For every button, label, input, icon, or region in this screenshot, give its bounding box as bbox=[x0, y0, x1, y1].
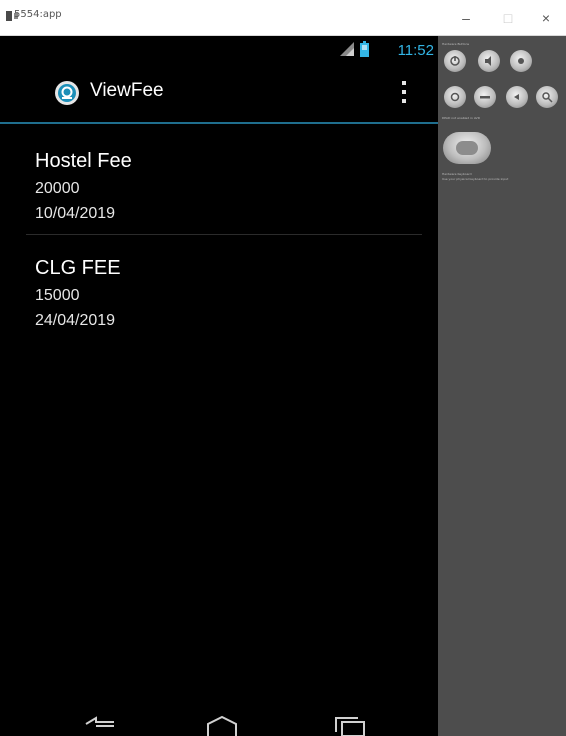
back-hw-button[interactable] bbox=[506, 86, 528, 108]
menu-hw-button[interactable] bbox=[474, 86, 496, 108]
action-bar: ViewFee bbox=[0, 64, 438, 124]
minimize-button[interactable]: – bbox=[452, 8, 480, 28]
fee-date: 10/04/2019 bbox=[35, 205, 116, 222]
back-icon[interactable] bbox=[82, 714, 122, 736]
dpad-label: DPAD not enabled in AVD bbox=[442, 116, 481, 120]
volume-up-button[interactable] bbox=[478, 50, 500, 72]
hardware-buttons-label: Hardware Buttons bbox=[442, 42, 470, 46]
dpad-control[interactable] bbox=[443, 132, 491, 164]
hardware-keyboard-label: Hardware Keyboard bbox=[442, 172, 472, 176]
volume-down-button[interactable] bbox=[510, 50, 532, 72]
recents-icon[interactable] bbox=[330, 714, 370, 736]
status-time: 11:52 bbox=[397, 42, 434, 59]
action-bar-title: ViewFee bbox=[90, 80, 164, 101]
volume-down-icon bbox=[518, 58, 524, 64]
maximize-button[interactable]: □ bbox=[494, 8, 522, 28]
status-bar: 11:52 bbox=[0, 36, 438, 64]
power-button[interactable] bbox=[444, 50, 466, 72]
search-hw-button[interactable] bbox=[536, 86, 558, 108]
fee-amount: 20000 bbox=[35, 180, 80, 197]
fee-name: CLG FEE bbox=[35, 257, 121, 279]
search-icon bbox=[542, 92, 553, 103]
fee-amount: 15000 bbox=[35, 287, 80, 304]
fee-list: Hostel Fee 20000 10/04/2019 CLG FEE 1500… bbox=[0, 128, 438, 341]
window-title: 5554:app bbox=[14, 9, 62, 20]
home-icon[interactable] bbox=[202, 714, 242, 736]
power-icon bbox=[450, 56, 460, 66]
fee-name: Hostel Fee bbox=[35, 150, 132, 172]
fee-list-item[interactable]: CLG FEE 15000 24/04/2019 bbox=[0, 235, 438, 341]
device-screen: 11:52 ViewFee Hostel Fee 20000 10/04/201… bbox=[0, 36, 438, 736]
emulator-control-panel: Hardware Buttons DPAD not enabled in AVD… bbox=[438, 36, 566, 736]
back-hw-icon bbox=[514, 94, 519, 100]
menu-hw-icon bbox=[480, 96, 490, 99]
overflow-menu-icon[interactable] bbox=[398, 78, 410, 106]
app-launcher-icon[interactable] bbox=[54, 80, 80, 106]
fee-list-item[interactable]: Hostel Fee 20000 10/04/2019 bbox=[0, 128, 438, 234]
fee-date: 24/04/2019 bbox=[35, 312, 116, 329]
signal-icon bbox=[340, 42, 354, 56]
close-button[interactable]: × bbox=[532, 8, 560, 28]
dpad-center[interactable] bbox=[456, 141, 478, 155]
battery-icon bbox=[360, 41, 369, 57]
navigation-bar bbox=[0, 712, 438, 736]
volume-up-icon bbox=[485, 56, 491, 66]
hardware-keyboard-hint: Use your physical keyboard to provide in… bbox=[442, 177, 509, 181]
home-hw-button[interactable] bbox=[444, 86, 466, 108]
window-title-bar: 5554:app – □ × bbox=[0, 0, 566, 36]
home-hw-icon bbox=[450, 92, 460, 102]
